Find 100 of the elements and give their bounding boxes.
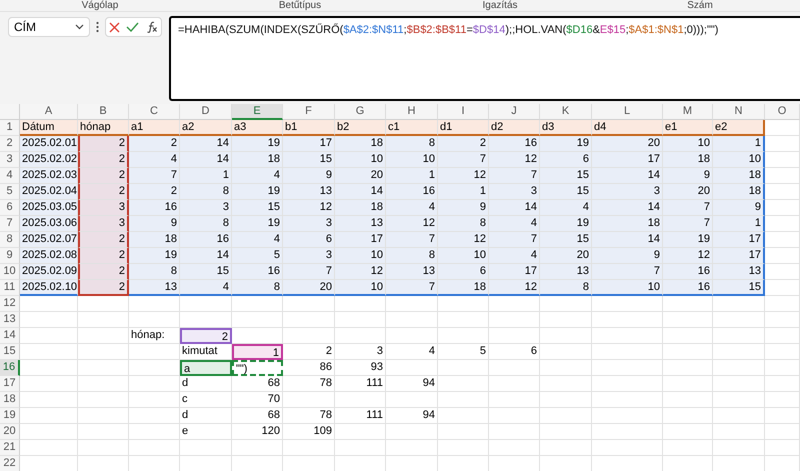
row-header[interactable]: 13 [0,312,20,328]
empty-cell[interactable] [78,344,129,360]
row-header[interactable]: 19 [0,408,20,424]
empty-cell[interactable] [335,328,386,344]
empty-cell[interactable] [540,424,592,440]
empty-cell[interactable] [386,424,438,440]
empty-cell[interactable] [489,376,540,392]
empty-cell[interactable] [438,408,489,424]
empty-cell[interactable] [129,376,180,392]
empty-cell[interactable] [438,424,489,440]
empty-cell[interactable] [489,440,540,456]
empty-cell[interactable] [335,424,386,440]
empty-cell[interactable] [765,424,800,440]
row-header[interactable]: 2 [0,136,20,152]
empty-cell[interactable] [592,392,663,408]
empty-cell[interactable] [540,328,592,344]
empty-cell[interactable] [129,312,180,328]
empty-cell[interactable] [78,440,129,456]
empty-cell[interactable] [180,440,232,456]
empty-cell[interactable] [232,312,283,328]
row-header[interactable]: 1 [0,120,20,136]
empty-cell[interactable] [78,392,129,408]
row-header[interactable]: 8 [0,232,20,248]
empty-cell[interactable] [713,424,765,440]
row-header[interactable]: 5 [0,184,20,200]
empty-cell[interactable] [489,392,540,408]
empty-cell[interactable] [540,440,592,456]
empty-cell[interactable] [540,312,592,328]
empty-cell[interactable] [386,328,438,344]
empty-cell[interactable] [232,440,283,456]
empty-cell[interactable] [663,312,713,328]
empty-cell[interactable] [438,392,489,408]
empty-cell[interactable] [765,312,800,328]
empty-cell[interactable] [232,296,283,312]
function-icon[interactable] [146,21,158,33]
column-header[interactable]: H [386,104,438,120]
column-header[interactable]: E [232,104,283,120]
empty-cell[interactable] [78,328,129,344]
empty-cell[interactable] [386,440,438,456]
column-header[interactable]: G [335,104,386,120]
empty-cell[interactable] [438,296,489,312]
column-header[interactable]: F [283,104,335,120]
row-header[interactable]: 15 [0,344,20,360]
column-header[interactable]: J [489,104,540,120]
column-header[interactable]: K [540,104,592,120]
column-header[interactable]: O [765,104,800,120]
empty-cell[interactable] [663,424,713,440]
empty-cell[interactable] [765,376,800,392]
empty-cell[interactable] [713,328,765,344]
name-box[interactable]: CÍM [8,17,90,37]
row-header[interactable]: 21 [0,440,20,456]
empty-cell[interactable] [592,424,663,440]
empty-cell[interactable] [129,392,180,408]
empty-cell[interactable] [78,360,129,376]
row-header[interactable]: 6 [0,200,20,216]
empty-cell[interactable] [663,296,713,312]
empty-cell[interactable] [438,440,489,456]
column-header[interactable]: A [20,104,78,120]
empty-cell[interactable] [592,408,663,424]
empty-cell[interactable] [765,360,800,376]
empty-cell[interactable] [489,408,540,424]
empty-cell[interactable] [592,344,663,360]
empty-cell[interactable] [540,376,592,392]
empty-cell[interactable] [180,296,232,312]
column-header[interactable]: M [663,104,713,120]
empty-cell[interactable] [765,392,800,408]
empty-cell[interactable] [489,424,540,440]
column-header[interactable]: D [180,104,232,120]
empty-cell[interactable] [592,376,663,392]
cell-edit-field[interactable]: "") [232,360,283,376]
empty-cell[interactable] [283,392,335,408]
empty-cell[interactable] [663,440,713,456]
row-header[interactable]: 3 [0,152,20,168]
empty-cell[interactable] [765,344,800,360]
empty-cell[interactable] [283,296,335,312]
empty-cell[interactable] [713,408,765,424]
empty-cell[interactable] [438,328,489,344]
empty-cell[interactable] [713,344,765,360]
row-header[interactable]: 14 [0,328,20,344]
row-header[interactable]: 10 [0,264,20,280]
empty-cell[interactable] [540,392,592,408]
row-header[interactable]: 7 [0,216,20,232]
empty-cell[interactable] [592,360,663,376]
empty-cell[interactable] [489,360,540,376]
empty-cell[interactable] [713,360,765,376]
empty-cell[interactable] [438,376,489,392]
empty-cell[interactable] [592,312,663,328]
empty-cell[interactable] [180,312,232,328]
row-header[interactable]: 9 [0,248,20,264]
column-header[interactable]: I [438,104,489,120]
empty-cell[interactable] [283,312,335,328]
empty-cell[interactable] [283,440,335,456]
row-header[interactable]: 18 [0,392,20,408]
empty-cell[interactable] [438,312,489,328]
empty-cell[interactable] [78,408,129,424]
empty-cell[interactable] [592,328,663,344]
close-icon[interactable] [109,22,120,32]
empty-cell[interactable] [713,392,765,408]
column-header[interactable]: B [78,104,129,120]
empty-cell[interactable] [713,296,765,312]
